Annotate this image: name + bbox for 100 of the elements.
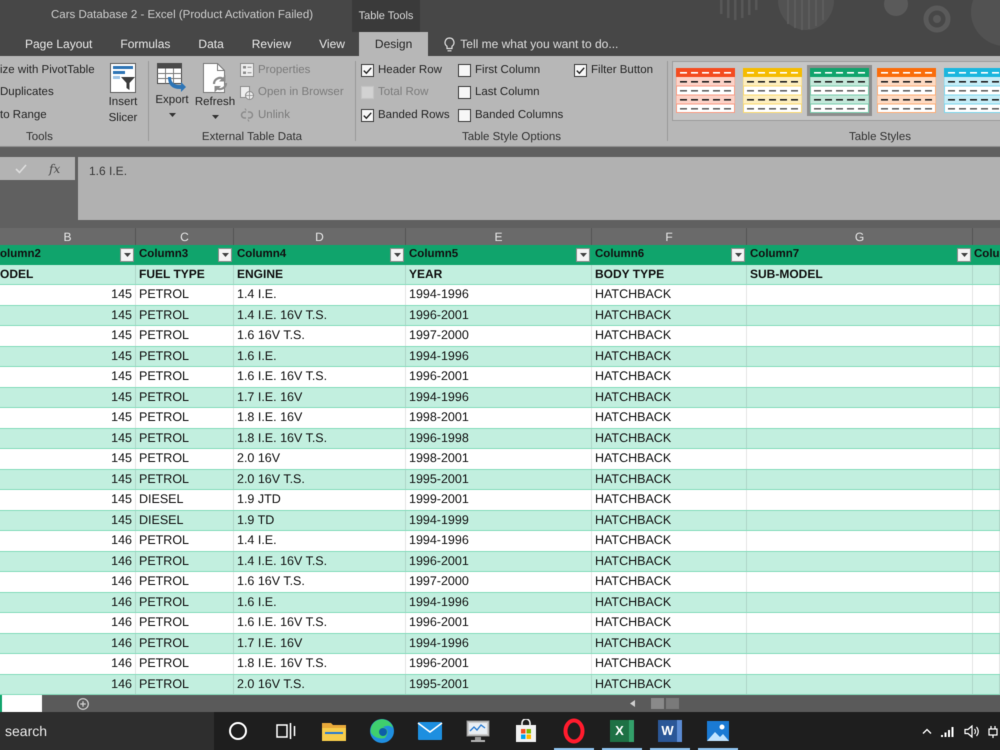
ribbon-tab[interactable]: Page Layout — [11, 32, 106, 56]
ribbon-command[interactable]: to Range — [0, 104, 47, 126]
chevron-up-icon[interactable] — [922, 728, 932, 734]
table-cell: PETROL — [136, 634, 234, 653]
checkbox-label: Filter Button — [591, 62, 653, 78]
filter-button[interactable] — [390, 248, 404, 262]
table-cell: 145 — [0, 490, 136, 510]
table-cell: DIESEL — [136, 510, 234, 530]
table-cell: 1994-1996 — [406, 285, 592, 304]
speaker-icon[interactable] — [964, 724, 980, 738]
filter-button[interactable] — [120, 248, 134, 262]
dropdown-caret-icon — [960, 252, 968, 257]
ribbon-large-button[interactable]: Refresh — [195, 56, 235, 129]
mail-icon[interactable] — [417, 721, 443, 741]
table-cell: 1.6 16V T.S. — [234, 572, 406, 592]
table-cell: 145 — [0, 306, 136, 325]
table-cell: 145 — [0, 367, 136, 386]
column-title: Column3 — [138, 247, 188, 262]
formula-field[interactable]: 1.6 I.E. — [78, 157, 1000, 220]
checkbox[interactable] — [361, 64, 374, 77]
table-cell: 1.4 I.E. 16V T.S. — [234, 306, 406, 325]
checkbox-label: Total Row — [378, 85, 428, 100]
monitor-graph-icon[interactable] — [465, 719, 491, 743]
table-cell: SUB-MODEL — [747, 264, 973, 284]
ribbon-tab[interactable]: View — [305, 32, 359, 56]
slicer-filter-icon — [109, 62, 137, 94]
table-cell: HATCHBACK — [592, 285, 747, 304]
filter-button[interactable] — [576, 248, 590, 262]
table-cell: PETROL — [136, 346, 234, 366]
table-cell: PETROL — [136, 613, 234, 632]
table-cell: BODY TYPE — [592, 264, 747, 284]
circle-icon[interactable] — [228, 721, 248, 741]
table-cell: HATCHBACK — [592, 326, 747, 346]
checkbox-label: Last Column — [475, 85, 540, 100]
ribbon-command[interactable]: Duplicates — [0, 82, 54, 104]
table-cell: 145 — [0, 510, 136, 530]
page-globe-icon — [240, 86, 254, 100]
checkbox[interactable] — [458, 86, 471, 100]
checkbox[interactable] — [458, 108, 471, 122]
checkbox[interactable] — [574, 64, 587, 77]
dropdown-caret-icon — [580, 252, 586, 257]
power-plug-icon[interactable] — [988, 724, 998, 738]
filter-button[interactable] — [218, 248, 232, 262]
ribbon-tab[interactable]: Data — [184, 32, 238, 56]
table-cell: 1.7 I.E. 16V — [234, 388, 406, 407]
ribbon-large-button[interactable]: Export — [152, 56, 192, 129]
table-cell: 1999-2001 — [406, 490, 592, 510]
table-cell: 146 — [0, 634, 136, 653]
ribbon-tab[interactable]: Formulas — [106, 32, 184, 56]
broken-link-icon — [240, 108, 254, 122]
table-cell: HATCHBACK — [592, 654, 747, 674]
table-cell: 1997-2000 — [406, 572, 592, 592]
table-cell: HATCHBACK — [592, 306, 747, 325]
filter-button[interactable] — [957, 248, 971, 262]
ribbon-tab[interactable]: Design — [358, 32, 428, 56]
sheet-tab[interactable] — [0, 695, 42, 712]
scroll-left-icon[interactable] — [630, 700, 635, 707]
signal-bars-icon[interactable] — [940, 724, 956, 738]
insert-function-button[interactable]: fx — [49, 162, 60, 174]
enter-check-icon[interactable] — [15, 164, 27, 174]
ring-logo-icon[interactable] — [563, 718, 585, 744]
spreadsheet-app-icon[interactable]: X — [610, 720, 634, 742]
landscape-picture-icon[interactable] — [706, 720, 730, 742]
table-cell: 1.7 I.E. 16V — [234, 634, 406, 653]
checkbox[interactable] — [458, 64, 471, 77]
ribbon-large-button[interactable]: Insert Slicer — [103, 56, 143, 129]
tell-me-field[interactable]: Tell me what you want to do... — [460, 35, 660, 53]
column-title: Column4 — [236, 247, 286, 262]
filter-button[interactable] — [731, 248, 745, 262]
checkbox-label: First Column — [475, 62, 540, 78]
table-cell: 1.6 I.E. — [234, 592, 406, 612]
table-cell: PETROL — [136, 654, 234, 674]
ribbon-tab[interactable]: Review — [238, 32, 306, 56]
table-cell: HATCHBACK — [592, 510, 747, 530]
shopping-bag-icon[interactable] — [514, 719, 538, 743]
table-cell: PETROL — [136, 552, 234, 571]
ribbon-command[interactable]: ize with PivotTable — [0, 59, 95, 82]
table-cell: 146 — [0, 674, 136, 694]
table-cell: 1994-1996 — [406, 346, 592, 366]
search-field[interactable]: search — [0, 712, 214, 750]
folder-icon[interactable] — [321, 720, 347, 742]
checkbox-label: Header Row — [378, 62, 442, 78]
task-view-icon[interactable] — [276, 722, 296, 740]
table-cell: 146 — [0, 572, 136, 592]
table-cell: 1994-1996 — [406, 531, 592, 550]
table-cell: 1994-1996 — [406, 388, 592, 407]
table-cell: FUEL TYPE — [136, 264, 234, 284]
add-sheet-icon[interactable] — [77, 698, 89, 710]
table-cell: 1.4 I.E. — [234, 285, 406, 304]
checkbox-label: Banded Columns — [475, 108, 564, 123]
checkbox[interactable] — [361, 108, 374, 122]
table-cell: 146 — [0, 654, 136, 674]
document-app-icon[interactable]: W — [658, 720, 682, 742]
group-label: Table Style Options — [460, 130, 562, 145]
table-cell: 145 — [0, 428, 136, 448]
swirl-logo-icon[interactable] — [369, 718, 395, 744]
table-cell: PETROL — [136, 326, 234, 346]
table-cell: PETROL — [136, 674, 234, 694]
table-cell: 145 — [0, 449, 136, 468]
table-cell: 1994-1999 — [406, 510, 592, 530]
